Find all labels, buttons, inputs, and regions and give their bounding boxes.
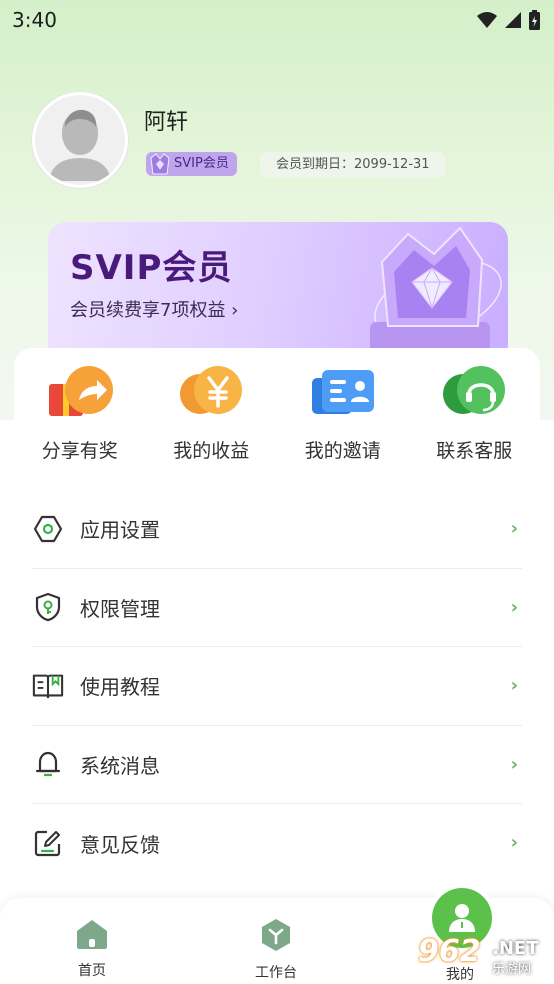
menu-item-label: 权限管理 <box>80 596 160 621</box>
quick-action-customer-service[interactable]: 联系客服 <box>409 362 541 472</box>
watermark-suffix: .NET <box>492 938 539 959</box>
menu-item-label: 应用设置 <box>80 518 160 543</box>
quick-actions: 分享有奖 我的收益 我的邀请 联系客服 <box>14 362 540 472</box>
site-watermark: 962 .NET 乐游网 <box>414 934 550 980</box>
tab-workbench[interactable]: 工作台 <box>226 918 326 982</box>
yen-coin-icon <box>180 366 243 414</box>
watermark-site: 乐游网 <box>492 962 532 977</box>
default-avatar-icon <box>35 95 125 185</box>
svip-badge-label: SVIP会员 <box>174 156 229 171</box>
menu-item-label: 系统消息 <box>80 753 160 778</box>
quick-action-my-invitations[interactable]: 我的邀请 <box>277 362 409 472</box>
chevron-right-icon: › <box>510 596 518 618</box>
svip-promo-card[interactable]: SVIP会员 会员续费享7项权益 › <box>48 222 508 362</box>
menu-item-app-settings[interactable]: 应用设置 › <box>32 490 522 569</box>
tab-label: 首页 <box>78 963 106 979</box>
signal-icon <box>505 12 521 28</box>
battery-charging-icon <box>529 10 540 30</box>
svip-card-title: SVIP会员 <box>70 248 233 288</box>
home-icon <box>77 920 107 949</box>
menu-item-tutorial[interactable]: 使用教程 › <box>32 647 522 726</box>
svip-card-subtitle: 会员续费享7项权益 › <box>70 300 239 321</box>
wifi-icon <box>477 12 497 28</box>
chevron-right-icon: › <box>510 832 518 853</box>
quick-action-label: 我的邀请 <box>304 440 381 462</box>
menu-item-permissions[interactable]: 权限管理 › <box>32 569 522 647</box>
username: 阿轩 <box>144 110 189 135</box>
svip-badge[interactable]: SVIP会员 <box>146 152 237 176</box>
quick-action-my-earnings[interactable]: 我的收益 <box>146 362 278 472</box>
status-time: 3:40 <box>12 8 57 32</box>
crown-gem-icon <box>150 153 170 175</box>
edit-note-icon <box>32 827 64 859</box>
settings-menu: 应用设置 › 权限管理 › 使用教程 › 系统消息 › 意见反馈 › <box>32 490 522 883</box>
quick-action-label: 我的收益 <box>173 440 250 462</box>
watermark-number: 962 <box>418 934 481 969</box>
menu-item-feedback[interactable]: 意见反馈 › <box>32 804 522 883</box>
quick-action-label: 分享有奖 <box>41 440 118 462</box>
gift-share-icon <box>48 366 113 416</box>
status-bar: 3:40 <box>0 0 554 40</box>
workbench-icon <box>262 919 290 951</box>
chevron-right-icon: › <box>510 518 518 539</box>
tab-label: 工作台 <box>255 965 297 981</box>
menu-item-label: 使用教程 <box>80 675 160 700</box>
settings-hexagon-icon <box>32 513 64 545</box>
chevron-right-icon: › <box>510 753 518 775</box>
menu-item-system-messages[interactable]: 系统消息 › <box>32 726 522 804</box>
book-icon <box>32 670 64 702</box>
status-icons <box>477 10 540 30</box>
contact-card-icon <box>311 370 374 414</box>
profile-header: 阿轩 SVIP会员 会员到期日：2099-12-31 <box>32 92 532 192</box>
menu-item-label: 意见反馈 <box>80 832 160 857</box>
user-icon <box>449 904 475 932</box>
headset-icon <box>443 366 506 414</box>
bell-icon <box>32 748 64 780</box>
membership-expire-date: 会员到期日：2099-12-31 <box>260 152 446 178</box>
shield-key-icon <box>32 591 64 623</box>
avatar[interactable] <box>32 92 128 188</box>
crown-diamond-icon <box>370 226 502 362</box>
tab-home[interactable]: 首页 <box>42 918 142 980</box>
chevron-right-icon: › <box>510 675 518 696</box>
quick-action-label: 联系客服 <box>436 440 513 462</box>
quick-action-share-reward[interactable]: 分享有奖 <box>14 362 146 472</box>
